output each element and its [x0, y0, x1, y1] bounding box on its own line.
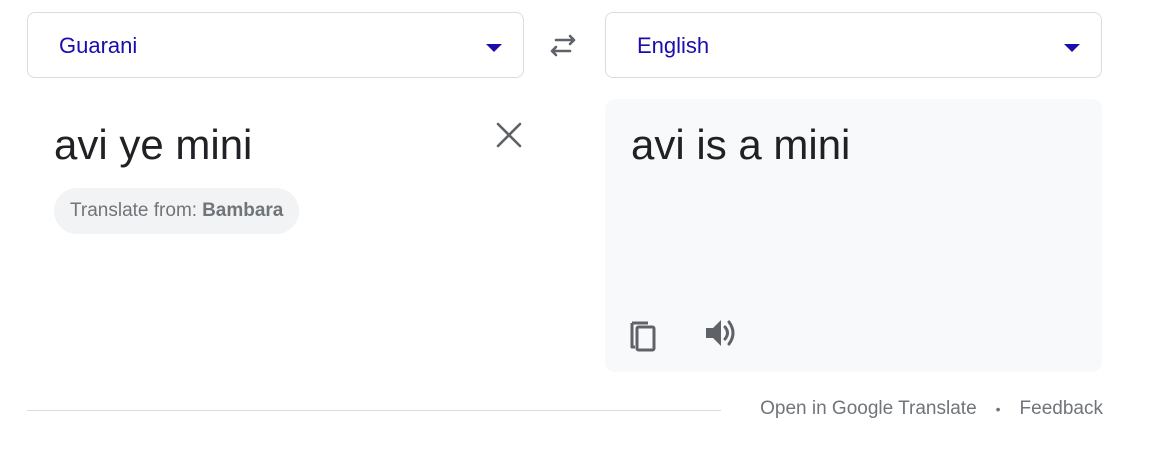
translate-from-chip[interactable]: Translate from: Bambara	[54, 188, 300, 234]
target-panel: avi is a mini	[605, 99, 1102, 372]
source-panel: avi ye mini Translate from: Bambara	[27, 99, 524, 372]
source-language-label: Guarani	[59, 33, 138, 58]
open-in-google-translate-link[interactable]: Open in Google Translate	[760, 398, 977, 420]
swap-languages-button[interactable]	[542, 28, 584, 64]
copy-icon	[630, 321, 656, 352]
clear-source-button[interactable]	[493, 119, 525, 151]
target-language-select[interactable]: English	[605, 12, 1102, 78]
chevron-down-icon	[486, 44, 502, 52]
listen-button[interactable]	[701, 313, 741, 353]
speaker-icon	[706, 320, 735, 346]
swap-arrows-icon	[550, 34, 576, 57]
translated-text: avi is a mini	[631, 121, 851, 168]
detected-language: Bambara	[202, 200, 284, 221]
footer-links: Open in Google Translate • Feedback	[760, 398, 1103, 420]
source-language-select[interactable]: Guarani	[27, 12, 524, 78]
translate-widget: Guarani English avi ye mini Translate fr…	[0, 0, 1156, 466]
target-language-label: English	[637, 33, 710, 58]
feedback-link[interactable]: Feedback	[1020, 398, 1103, 420]
close-icon	[496, 122, 522, 148]
footer-divider	[27, 410, 721, 411]
footer-separator: •	[995, 401, 1001, 417]
source-text-input[interactable]: avi ye mini	[54, 121, 252, 169]
copy-button[interactable]	[623, 315, 663, 355]
translate-from-prefix: Translate from:	[70, 200, 198, 221]
chevron-down-icon	[1064, 44, 1080, 52]
